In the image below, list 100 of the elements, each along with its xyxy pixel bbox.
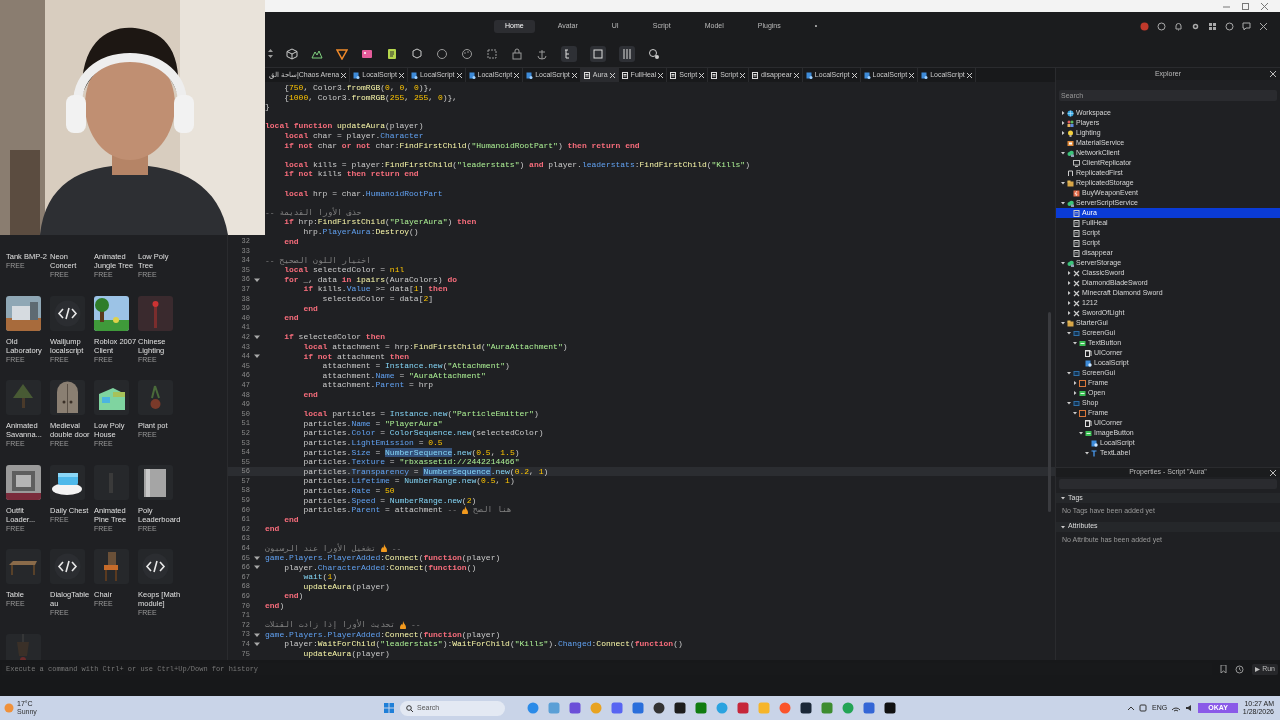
- close-icon[interactable]: [1259, 21, 1268, 31]
- expand-caret-icon[interactable]: [1061, 321, 1065, 325]
- fold-caret-icon[interactable]: [254, 276, 260, 283]
- package-icon[interactable]: [411, 47, 423, 60]
- code-line: attachment.Parent = hrp: [321, 380, 434, 390]
- expand-caret-icon[interactable]: [1073, 391, 1077, 395]
- close-icon[interactable]: [341, 72, 347, 78]
- app-icon[interactable]: [800, 702, 812, 714]
- code-line: }: [265, 102, 270, 112]
- palette-icon[interactable]: [461, 47, 473, 60]
- screen-icon: [1073, 369, 1080, 377]
- speaker-icon[interactable]: [1185, 704, 1194, 712]
- fold-caret-icon[interactable]: [254, 631, 260, 638]
- expand-caret-icon[interactable]: [1067, 271, 1071, 275]
- app-icon[interactable]: [653, 702, 665, 714]
- expand-caret-icon[interactable]: [1079, 431, 1083, 435]
- properties-toggle-icon[interactable]: [590, 45, 606, 62]
- expand-caret-icon[interactable]: [1061, 151, 1065, 155]
- app-icon[interactable]: [674, 702, 686, 714]
- lock-icon[interactable]: [511, 47, 523, 60]
- code-line: particles.LightEmission = 0.5: [302, 437, 443, 448]
- sun-icon: [4, 703, 14, 713]
- close-icon[interactable]: [658, 72, 664, 78]
- expand-caret-icon[interactable]: [1061, 261, 1065, 265]
- expand-caret-icon[interactable]: [1061, 181, 1065, 185]
- close-icon[interactable]: [740, 72, 746, 78]
- expand-caret-icon[interactable]: [1067, 301, 1071, 305]
- close-icon[interactable]: [909, 72, 915, 78]
- fold-caret-icon[interactable]: [254, 334, 260, 341]
- tools-toggle-icon[interactable]: [619, 45, 635, 62]
- expand-caret-icon[interactable]: [1067, 331, 1071, 335]
- part-cube-icon[interactable]: [286, 47, 298, 60]
- cloud-icon: [1067, 199, 1074, 207]
- close-icon[interactable]: [1270, 469, 1276, 476]
- expand-caret-icon[interactable]: [1061, 121, 1065, 125]
- code-line: if not attachment then: [302, 351, 410, 362]
- code-line: game.Players.PlayerAdded:Connect(function(player): [265, 553, 501, 563]
- fold-caret-icon[interactable]: [254, 353, 260, 360]
- fold-caret-icon[interactable]: [254, 564, 260, 571]
- code-line: local hrp = char.HumanoidRootPart: [283, 188, 443, 199]
- code-line: end: [283, 313, 299, 323]
- hammer-icon: [1073, 309, 1080, 317]
- group-icon[interactable]: [486, 47, 498, 60]
- bookmark-icon[interactable]: [1220, 665, 1228, 673]
- fold-caret-icon[interactable]: [254, 554, 260, 561]
- expand-caret-icon[interactable]: [1073, 381, 1077, 385]
- bell-icon[interactable]: [1174, 21, 1183, 31]
- chat-icon[interactable]: [1242, 21, 1251, 31]
- history-icon[interactable]: [1235, 664, 1245, 674]
- app-icon[interactable]: [884, 702, 896, 714]
- close-icon[interactable]: [966, 72, 972, 78]
- expand-caret-icon[interactable]: [1061, 111, 1065, 115]
- expand-caret-icon[interactable]: [1085, 451, 1089, 455]
- document-icon: [1073, 209, 1080, 217]
- close-icon[interactable]: [398, 72, 404, 78]
- fold-caret-icon[interactable]: [254, 641, 260, 648]
- grid-icon[interactable]: [1208, 21, 1217, 31]
- image-icon[interactable]: [361, 47, 373, 60]
- code-comment: --: [391, 543, 402, 554]
- maximize-icon[interactable]: [1242, 2, 1249, 10]
- code-line: particles.Texture = "rbxassetid://2442214466": [302, 457, 520, 467]
- code-comment: حذف الأورا القديمة --: [265, 207, 362, 218]
- close-icon[interactable]: [793, 72, 799, 78]
- close-icon[interactable]: [699, 72, 705, 78]
- close-icon[interactable]: [571, 72, 577, 78]
- script-icon[interactable]: [386, 47, 398, 60]
- search-icon: [406, 704, 413, 712]
- close-icon[interactable]: [1270, 71, 1276, 77]
- collapse-icon[interactable]: [268, 49, 273, 58]
- code-line: end: [283, 514, 299, 525]
- code-icon: [50, 295, 85, 331]
- expand-caret-icon[interactable]: [1067, 371, 1071, 375]
- tray-icon[interactable]: [1139, 704, 1148, 712]
- wifi-icon[interactable]: [1172, 704, 1181, 712]
- expand-caret-icon[interactable]: [1067, 311, 1071, 315]
- close-icon[interactable]: [851, 72, 857, 78]
- hammer-icon: [1073, 299, 1080, 307]
- expand-caret-icon[interactable]: [1067, 291, 1071, 295]
- expand-caret-icon[interactable]: [1061, 496, 1065, 500]
- chevron-up-icon[interactable]: [1128, 706, 1135, 710]
- expand-caret-icon[interactable]: [1073, 341, 1077, 345]
- bulb-icon: [1067, 129, 1074, 137]
- close-icon[interactable]: [609, 72, 615, 78]
- code-line: {1000, Color3.fromRGB(255, 255, 0)},: [283, 92, 458, 103]
- flame-icon: [461, 505, 470, 514]
- expand-caret-icon[interactable]: [1067, 401, 1071, 405]
- explorer-toggle-icon[interactable]: [561, 45, 577, 62]
- mesh-icon[interactable]: [336, 47, 348, 60]
- expand-caret-icon[interactable]: [1067, 281, 1071, 285]
- code-line: if hrp:FindFirstChild("PlayerAura") then: [283, 217, 477, 227]
- code-line: updateAura(player): [302, 581, 390, 592]
- close-icon[interactable]: [456, 72, 462, 78]
- sphere-icon[interactable]: [436, 47, 448, 60]
- expand-caret-icon[interactable]: [1061, 131, 1065, 135]
- close-icon[interactable]: [514, 72, 520, 78]
- expand-caret-icon[interactable]: [1073, 411, 1077, 415]
- code-line: end: [283, 236, 299, 247]
- people-icon: [1067, 119, 1074, 127]
- anchor-icon[interactable]: [536, 47, 548, 60]
- expand-caret-icon[interactable]: [1061, 201, 1065, 205]
